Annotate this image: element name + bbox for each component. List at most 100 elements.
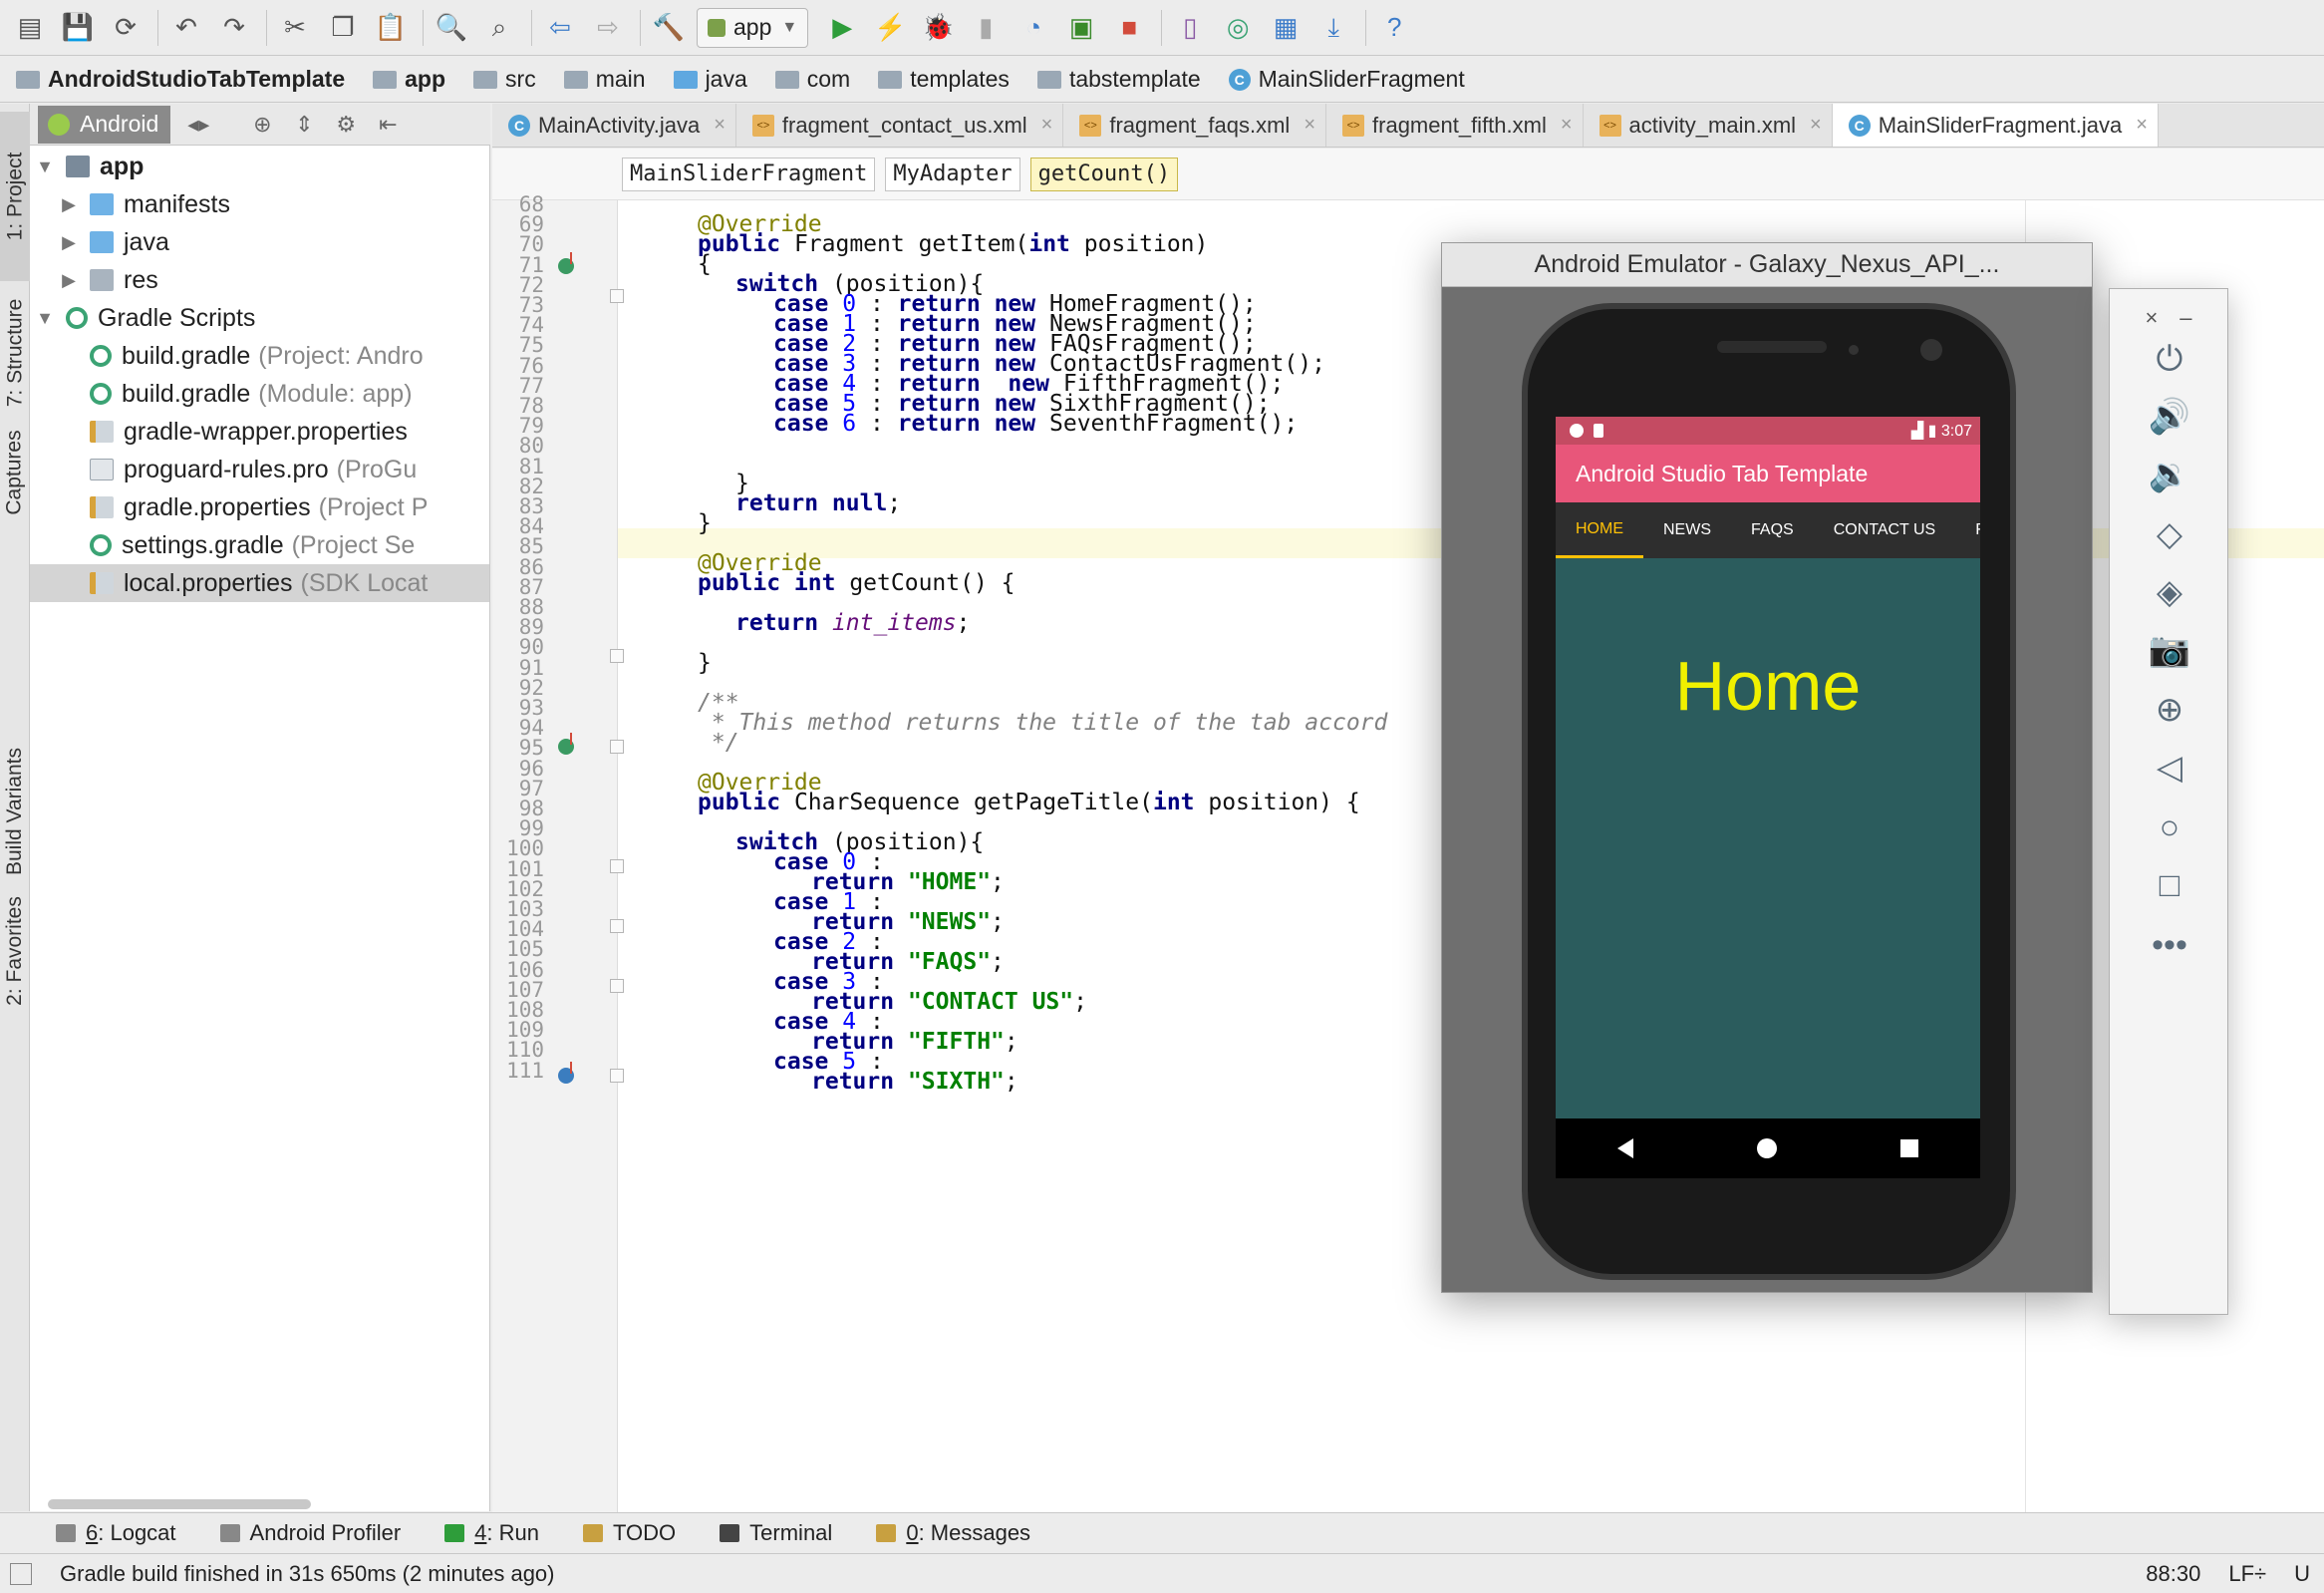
tool-logcat[interactable]: 6: Logcat [56, 1520, 176, 1546]
rotate-left-icon[interactable]: ◇ [2144, 508, 2195, 560]
tab-fragment-faqs[interactable]: <> fragment_faqs.xml × [1063, 104, 1327, 147]
tab-fragment-fifth[interactable]: <> fragment_fifth.xml × [1326, 104, 1584, 147]
build-icon[interactable]: 🔨 [649, 8, 689, 48]
project-structure-icon[interactable]: ▦ [1266, 8, 1306, 48]
paste-icon[interactable]: 📋 [371, 8, 411, 48]
chevron-down-icon[interactable]: ▼ [36, 308, 54, 329]
camera-icon[interactable]: 📷 [2144, 624, 2195, 676]
tree-item-gradle-scripts[interactable]: ▼ Gradle Scripts [30, 299, 489, 337]
fold-icon[interactable] [610, 979, 624, 993]
nav-recents-icon[interactable] [1900, 1139, 1918, 1157]
app-tab-faqs[interactable]: FAQS [1731, 502, 1814, 558]
rotate-right-icon[interactable]: ◈ [2144, 566, 2195, 618]
tool-android-profiler[interactable]: Android Profiler [219, 1520, 401, 1546]
stop-icon[interactable]: ■ [1109, 8, 1149, 48]
tool-tab-project[interactable]: 1: Project [0, 112, 30, 281]
sync-icon[interactable]: ⟳ [106, 8, 145, 48]
breadcrumb-src[interactable]: src [473, 57, 564, 103]
undo-icon[interactable]: ↶ [166, 8, 206, 48]
close-icon[interactable]: × [2145, 305, 2158, 331]
tree-item-proguard[interactable]: proguard-rules.pro (ProGu [30, 451, 489, 488]
tool-todo[interactable]: TODO [583, 1520, 676, 1546]
tree-item-gradle-properties[interactable]: gradle.properties (Project P [30, 488, 489, 526]
tree-item-settings-gradle[interactable]: settings.gradle (Project Se [30, 526, 489, 564]
more-icon[interactable]: ••• [2144, 919, 2195, 971]
close-icon[interactable]: × [714, 114, 726, 137]
redo-icon[interactable]: ↷ [214, 8, 254, 48]
tree-item-res[interactable]: ▶ res [30, 261, 489, 299]
hide-icon[interactable]: ⇤ [374, 111, 402, 139]
back-icon[interactable]: ⇦ [540, 8, 580, 48]
tool-tab-build-variants[interactable]: Build Variants [0, 742, 30, 881]
fold-icon[interactable] [610, 289, 624, 303]
nav-home-icon[interactable] [1757, 1138, 1777, 1158]
home-icon[interactable]: ○ [2144, 801, 2195, 853]
run-config-select[interactable]: app ▼ [697, 7, 809, 48]
chevron-right-icon[interactable]: ▶ [60, 232, 78, 253]
fold-icon[interactable] [610, 859, 624, 873]
close-icon[interactable]: × [1304, 114, 1315, 137]
tool-tab-structure[interactable]: 7: Structure [0, 293, 30, 413]
tool-run[interactable]: 4: Run [444, 1520, 539, 1546]
forward-icon[interactable]: ⇨ [588, 8, 628, 48]
breadcrumb-com[interactable]: com [774, 57, 878, 103]
editor-crumb-method[interactable]: getCount() [1029, 157, 1179, 191]
volume-down-icon[interactable]: 🔉 [2144, 449, 2195, 500]
override-marker-icon[interactable] [558, 252, 574, 274]
horizontal-scrollbar[interactable] [48, 1499, 311, 1509]
overview-icon[interactable]: □ [2144, 859, 2195, 911]
tab-main-activity[interactable]: C MainActivity.java × [492, 104, 736, 147]
tree-item-build-gradle-module[interactable]: build.gradle (Module: app) [30, 375, 489, 413]
debug-icon[interactable]: 🐞 [918, 8, 958, 48]
device-screen[interactable]: ▟ ▮ 3:07 Android Studio Tab Template HOM… [1556, 417, 1980, 1178]
tool-tab-captures[interactable]: Captures [0, 423, 30, 522]
run-icon[interactable]: ▶ [822, 8, 862, 48]
tool-terminal[interactable]: Terminal [720, 1520, 832, 1546]
breadcrumb-java[interactable]: java [673, 57, 775, 103]
editor-crumb-class[interactable]: MainSliderFragment [622, 157, 876, 191]
tool-messages[interactable]: 0: Messages [876, 1520, 1030, 1546]
apply-changes-icon[interactable]: ⚡ [870, 8, 910, 48]
app-tab-home[interactable]: HOME [1556, 502, 1643, 558]
minimize-icon[interactable]: – [2179, 305, 2191, 331]
tree-item-java[interactable]: ▶ java [30, 223, 489, 261]
caret-position[interactable]: 88:30 [2146, 1561, 2200, 1587]
fold-icon[interactable] [610, 919, 624, 933]
open-icon[interactable]: ▤ [10, 8, 50, 48]
breadcrumb-app[interactable]: app [373, 57, 473, 103]
save-icon[interactable]: 💾 [58, 8, 98, 48]
close-icon[interactable]: × [1041, 114, 1053, 137]
override-marker-icon[interactable] [558, 733, 574, 755]
chevron-right-icon[interactable]: ▶ [60, 270, 78, 291]
gradle-sync-icon[interactable]: ◎ [1218, 8, 1258, 48]
fold-icon[interactable] [610, 649, 624, 663]
app-tab-news[interactable]: NEWS [1643, 502, 1731, 558]
copy-icon[interactable]: ❐ [323, 8, 363, 48]
project-view-select[interactable]: Android [38, 105, 171, 144]
breadcrumb-templates[interactable]: templates [878, 57, 1037, 103]
close-icon[interactable]: × [1810, 114, 1822, 137]
tab-fragment-contact-us[interactable]: <> fragment_contact_us.xml × [736, 104, 1064, 147]
zoom-icon[interactable]: ⊕ [2144, 684, 2195, 736]
close-icon[interactable]: × [2136, 114, 2148, 137]
line-separator[interactable]: LF÷ [2228, 1561, 2266, 1587]
tree-item-gradle-wrapper[interactable]: gradle-wrapper.properties [30, 413, 489, 451]
app-tab-fifth[interactable]: FIF [1955, 502, 1980, 558]
avd-manager-icon[interactable]: ▯ [1170, 8, 1210, 48]
scroll-from-source-icon[interactable]: ⊕ [248, 111, 276, 139]
power-icon[interactable]: ⏻ [2144, 333, 2195, 385]
chevron-right-icon[interactable]: ▶ [60, 194, 78, 215]
chevron-down-icon[interactable]: ▼ [36, 157, 54, 177]
find-icon[interactable]: 🔍 [432, 8, 471, 48]
attach-debugger-icon[interactable]: ◔ [1014, 8, 1053, 48]
cut-icon[interactable]: ✂ [275, 8, 315, 48]
override-marker-icon[interactable] [558, 1062, 574, 1084]
gear-icon[interactable]: ⚙ [332, 111, 360, 139]
app-tab-contact-us[interactable]: CONTACT US [1814, 502, 1956, 558]
tab-activity-main[interactable]: <> activity_main.xml × [1584, 104, 1833, 147]
back-icon[interactable]: ◁ [2144, 742, 2195, 794]
coverage-icon[interactable]: ▣ [1061, 8, 1101, 48]
tree-item-manifests[interactable]: ▶ manifests [30, 185, 489, 223]
editor-crumb-adapter[interactable]: MyAdapter [885, 157, 1020, 191]
sdk-manager-icon[interactable]: ⤓ [1313, 8, 1353, 48]
